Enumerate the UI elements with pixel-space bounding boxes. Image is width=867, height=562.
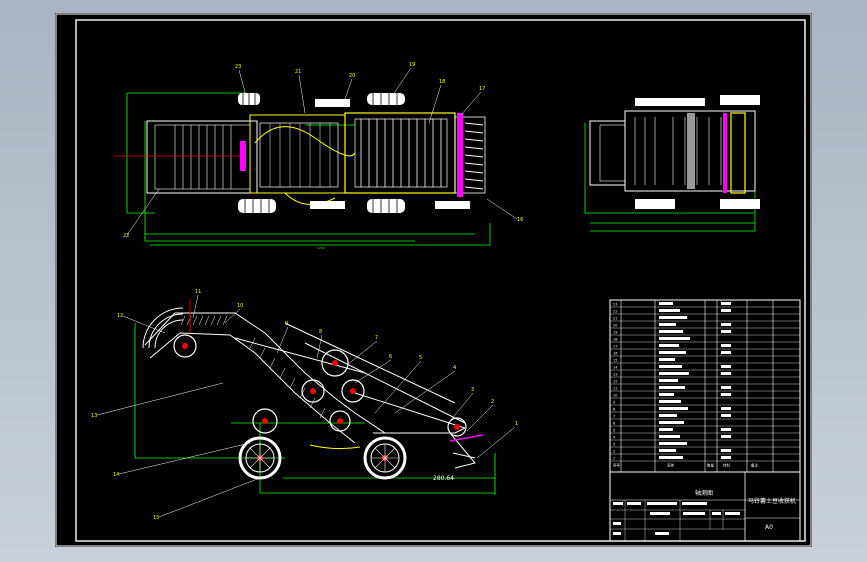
parts-row-number: 10 [613,393,617,397]
side-label-7: 7 [375,335,378,341]
sheet-size: A0 [765,524,773,531]
parts-row-number: 19 [613,330,617,334]
outer-frame [55,13,812,547]
parts-row-number: 3 [613,442,615,446]
top-label-19: 19 [409,62,415,68]
parts-header-cell: 材料 [723,463,731,468]
dimension-value: 280.64 [433,475,454,482]
parts-header-cell: 名称 [667,463,675,468]
side-label-9: 9 [285,321,288,327]
parts-row-number: 20 [613,323,617,327]
side-label-10: 10 [237,303,243,309]
parts-row-number: 17 [613,344,617,348]
side-label-6: 6 [389,354,392,360]
drawing-title: 轴测图 [695,489,713,497]
parts-row-number: 11 [613,386,617,390]
parts-row-number: 2 [613,449,615,453]
parts-row-number: 4 [613,435,616,439]
parts-row-number: 13 [613,372,617,376]
parts-row-number: 8 [613,407,615,411]
wheels [238,436,407,480]
side-label-13: 13 [91,413,97,419]
parts-row-number: 14 [613,365,618,369]
parts-header-cell: 数量 [707,463,715,468]
title-block: 轴测图 马铃薯土豆收获机 A0 [609,471,801,542]
side-label-15: 15 [153,515,159,521]
top-label-17: 17 [479,86,485,92]
top-label-16: 16 [517,217,523,223]
side-label-1: 1 [515,421,518,427]
side-label-3: 3 [471,387,474,393]
parts-row-number: 22 [613,309,617,313]
parts-row-number: 7 [613,414,615,418]
side-label-14: 14 [113,472,119,478]
svg-text:1234: 1234 [317,246,325,250]
side-view: 280.64 12 11 10 9 8 7 6 5 4 3 2 1 13 14 … [91,289,518,521]
parts-row-number: 5 [613,428,615,432]
side-label-8: 8 [319,329,322,335]
parts-row-number: 6 [613,421,615,425]
side-label-5: 5 [419,355,422,361]
top-view: 1234 23 21 20 19 18 17 16 22 [115,62,523,250]
top-label-18: 18 [439,79,445,85]
parts-row-number: 16 [613,351,617,355]
parts-row-number: 12 [613,379,617,383]
parts-table: 2322212019181716151413121110987654321序号名… [609,299,801,473]
parts-row-number: 1 [613,456,615,460]
side-label-12: 12 [117,313,123,319]
parts-row-number: 18 [613,337,617,341]
parts-row-number: 21 [613,316,617,320]
top-label-22: 22 [123,233,129,239]
side-label-11: 11 [195,289,201,295]
parts-row-number: 15 [613,358,617,362]
side-label-4: 4 [453,365,456,371]
parts-header-cell: 序号 [613,463,621,468]
side-label-2: 2 [491,399,494,405]
parts-header-cell: 备注 [751,463,759,468]
cad-drawing: 1234 23 21 20 19 18 17 16 22 280.64 12 1… [55,13,812,547]
top-label-21: 21 [295,69,301,75]
drawing-sheet: 1234 23 21 20 19 18 17 16 22 280.64 12 1… [55,13,812,547]
parts-row-number: 23 [613,302,617,306]
top-label-20: 20 [349,73,355,79]
top-label-23: 23 [235,64,241,70]
parts-row-number: 9 [613,400,615,404]
machine-name: 马铃薯土豆收获机 [748,497,796,505]
end-view [584,95,760,232]
